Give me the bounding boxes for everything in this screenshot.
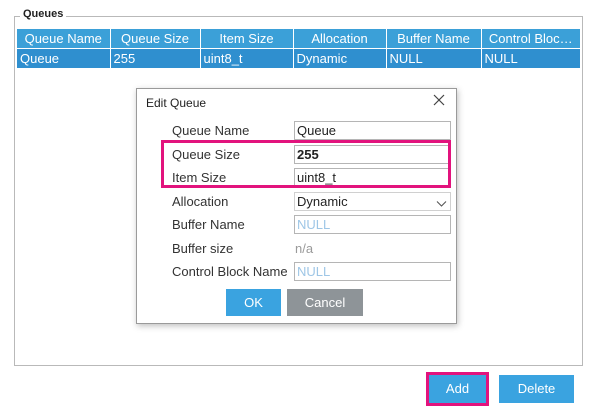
queues-table: Queue Name Queue Size Item Size Allocati… bbox=[17, 29, 580, 68]
allocation-value: Dynamic bbox=[297, 194, 348, 209]
add-button[interactable]: Add bbox=[429, 375, 486, 403]
buffer-name-label: Buffer Name bbox=[172, 217, 245, 232]
cell-item-size: uint8_t bbox=[200, 48, 294, 68]
column-header-queue-size[interactable]: Queue Size bbox=[110, 29, 201, 49]
queue-name-field[interactable]: Queue bbox=[294, 121, 451, 140]
queue-size-field[interactable]: 255 bbox=[294, 145, 451, 164]
cancel-button[interactable]: Cancel bbox=[287, 289, 363, 316]
dialog-title: Edit Queue bbox=[146, 96, 207, 110]
column-header-item-size[interactable]: Item Size bbox=[200, 29, 294, 49]
column-header-buffer-name[interactable]: Buffer Name bbox=[386, 29, 482, 49]
queues-group-title: Queues bbox=[20, 8, 67, 20]
control-block-name-field[interactable]: NULL bbox=[294, 262, 451, 281]
control-block-name-label: Control Block Name bbox=[172, 264, 288, 279]
delete-button[interactable]: Delete bbox=[499, 375, 574, 403]
edit-queue-dialog: Edit Queue Queue Name Queue Queue Size 2… bbox=[136, 88, 457, 324]
cell-allocation: Dynamic bbox=[293, 48, 387, 68]
item-size-field[interactable]: uint8_t bbox=[294, 168, 451, 187]
queue-size-label: Queue Size bbox=[172, 147, 240, 162]
allocation-select[interactable]: Dynamic bbox=[294, 192, 451, 211]
cell-queue-size: 255 bbox=[110, 48, 201, 68]
buffer-size-label: Buffer size bbox=[172, 241, 234, 256]
buffer-size-value: n/a bbox=[295, 241, 314, 256]
cell-buffer-name: NULL bbox=[386, 48, 482, 68]
cell-control-block: NULL bbox=[481, 48, 580, 68]
cell-queue-name: Queue bbox=[17, 48, 111, 68]
buffer-name-field[interactable]: NULL bbox=[294, 215, 451, 234]
close-icon[interactable] bbox=[431, 92, 447, 108]
queue-name-label: Queue Name bbox=[172, 123, 250, 138]
table-row[interactable]: Queue 255 uint8_t Dynamic NULL NULL bbox=[17, 48, 580, 68]
column-header-queue-name[interactable]: Queue Name bbox=[17, 29, 111, 49]
chevron-down-icon bbox=[436, 196, 447, 207]
column-header-allocation[interactable]: Allocation bbox=[293, 29, 387, 49]
table-header-row: Queue Name Queue Size Item Size Allocati… bbox=[17, 29, 580, 49]
allocation-label: Allocation bbox=[172, 194, 229, 209]
column-header-control-block[interactable]: Control Bloc… bbox=[481, 29, 580, 49]
ok-button[interactable]: OK bbox=[226, 289, 281, 316]
item-size-label: Item Size bbox=[172, 170, 227, 185]
